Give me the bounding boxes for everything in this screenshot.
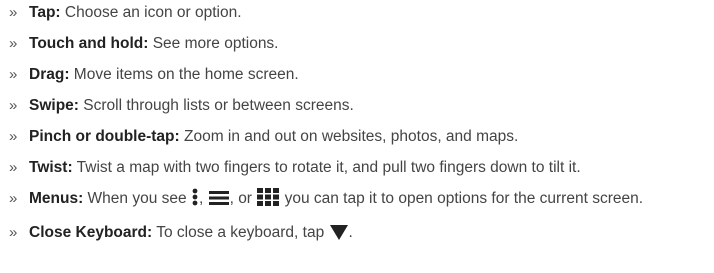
term-menus: Menus: [29, 190, 84, 207]
bullet: » [9, 97, 18, 114]
bullet: » [9, 159, 18, 176]
grid-menu-icon [257, 188, 280, 212]
down-triangle-icon [329, 224, 348, 246]
term-swipe: Swipe: [29, 97, 79, 114]
menus-separator-2: , or [229, 190, 257, 207]
list-item-swipe: » Swipe: Scroll through lists or between… [9, 95, 709, 116]
menus-separator-1: , [198, 190, 208, 207]
desc-swipe: Scroll through lists or between screens. [78, 97, 354, 114]
desc-menus-b: you can tap it to open options for the c… [280, 190, 644, 207]
list-item-tap: » Tap: Choose an icon or option. [9, 2, 709, 23]
list-item-close-keyboard: » Close Keyboard: To close a keyboard, t… [9, 222, 709, 246]
term-drag: Drag: [29, 66, 70, 83]
desc-menus-a: When you see [83, 190, 191, 207]
term-twist: Twist: [29, 159, 73, 176]
desc-twist: Twist a map with two fingers to rotate i… [72, 159, 581, 176]
term-pinch: Pinch or double-tap: [29, 128, 180, 145]
desc-close-keyboard-b: . [348, 224, 353, 241]
bullet: » [9, 224, 18, 241]
hamburger-menu-icon [208, 190, 229, 212]
term-close-keyboard: Close Keyboard: [29, 224, 153, 241]
bullet: » [9, 4, 18, 21]
list-item-twist: » Twist: Twist a map with two fingers to… [9, 157, 709, 178]
bullet: » [9, 128, 18, 145]
bullet: » [9, 190, 18, 207]
desc-close-keyboard-a: To close a keyboard, tap [152, 224, 329, 241]
desc-touch-and-hold: See more options. [148, 35, 279, 52]
desc-drag: Move items on the home screen. [69, 66, 299, 83]
term-tap: Tap: [29, 4, 61, 21]
gesture-instructions-list: » Tap: Choose an icon or option. » Touch… [9, 2, 709, 256]
desc-tap: Choose an icon or option. [60, 4, 242, 21]
list-item-drag: » Drag: Move items on the home screen. [9, 64, 709, 85]
bullet: » [9, 66, 18, 83]
vertical-dots-icon [192, 188, 198, 212]
desc-pinch: Zoom in and out on websites, photos, and… [179, 128, 519, 145]
list-item-touch-and-hold: » Touch and hold: See more options. [9, 33, 709, 54]
list-item-pinch: » Pinch or double-tap: Zoom in and out o… [9, 126, 709, 147]
bullet: » [9, 35, 18, 52]
list-item-menus: » Menus: When you see , , or you can tap… [9, 188, 669, 212]
term-touch-and-hold: Touch and hold: [29, 35, 149, 52]
